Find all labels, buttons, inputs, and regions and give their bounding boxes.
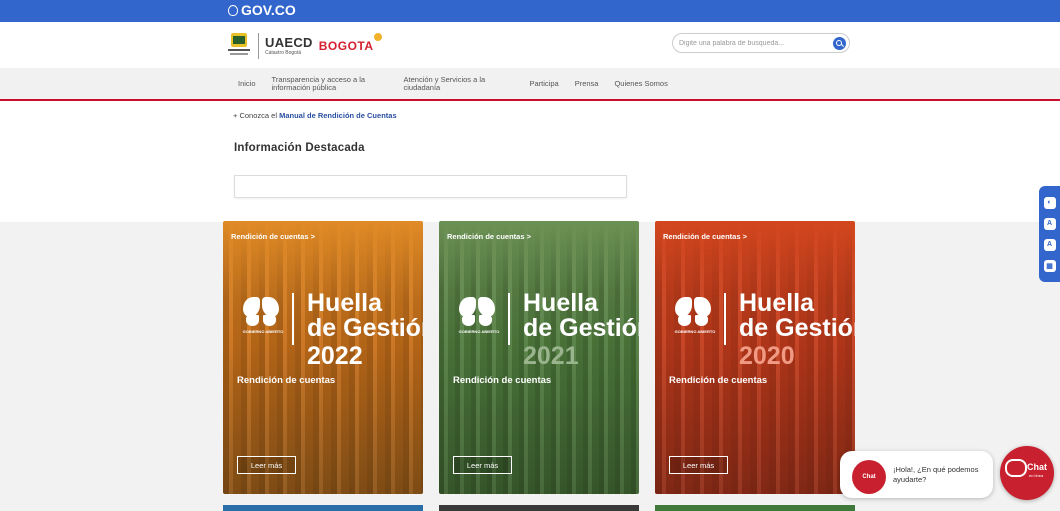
- card-subtitle: Rendición de cuentas: [669, 375, 768, 386]
- read-more-button[interactable]: Leer más: [453, 456, 512, 474]
- gov-co-bar: GOV.CO: [0, 0, 1060, 22]
- section-title: Información Destacada: [234, 142, 365, 154]
- chat-prompt[interactable]: Chat ¡Hola!, ¿En qué podemos ayudarte?: [840, 451, 993, 498]
- logo-caption: GOBIERNO ABIERTO: [458, 329, 500, 334]
- nav-item-transparencia[interactable]: Transparencia y acceso a la información …: [272, 75, 388, 92]
- logo-divider: [258, 33, 259, 59]
- chat-mini-icon: Chat: [852, 460, 886, 494]
- entity-acronym: UAECD: [265, 35, 313, 50]
- gobierno-abierto-logo: GOBIERNO ABIERTO: [453, 293, 505, 343]
- nav-item-quienes-somos[interactable]: Quienes Somos: [614, 79, 667, 88]
- chat-message: ¡Hola!, ¿En qué podemos ayudarte?: [893, 465, 979, 484]
- title-divider: [724, 293, 726, 345]
- manual-link[interactable]: Manual de Rendición de Cuentas: [279, 111, 397, 120]
- butterfly-icon: [459, 297, 495, 327]
- nav-item-atencion[interactable]: Atención y Servicios a la ciudadanía: [404, 75, 514, 92]
- search-box: [672, 33, 850, 53]
- logo-caption: GOBIERNO ABIERTO: [242, 329, 284, 334]
- card-kicker[interactable]: Rendición de cuentas >: [447, 232, 531, 241]
- card-title-line1: Huella: [307, 289, 383, 317]
- butterfly-icon: [243, 297, 279, 327]
- gobierno-abierto-logo: GOBIERNO ABIERTO: [237, 293, 289, 343]
- next-card-preview: [655, 505, 855, 511]
- card-year: 2021: [523, 342, 579, 370]
- manual-notice: + Conozca el Manual de Rendición de Cuen…: [233, 111, 397, 120]
- page: GOV.CO UAECD Catastro Bogotá BOGOTA Inic…: [0, 0, 1060, 511]
- nav-item-inicio[interactable]: Inicio: [238, 79, 256, 88]
- card-2020[interactable]: Rendición de cuentas > GOBIERNO ABIERTO …: [655, 221, 855, 494]
- card-title-line1: Huella: [739, 289, 815, 317]
- card-kicker[interactable]: Rendición de cuentas >: [231, 232, 315, 241]
- butterfly-icon: [675, 297, 711, 327]
- sun-icon: [373, 33, 382, 41]
- card-kicker[interactable]: Rendición de cuentas >: [663, 232, 747, 241]
- card-year: 2020: [739, 342, 795, 370]
- read-more-button[interactable]: Leer más: [237, 456, 296, 474]
- search-input[interactable]: [679, 36, 827, 50]
- font-increase-icon[interactable]: A: [1043, 238, 1056, 251]
- font-decrease-icon[interactable]: A: [1043, 217, 1056, 230]
- gov-co-logo[interactable]: GOV.CO: [228, 2, 296, 18]
- chat-sublabel: en línea: [1029, 473, 1044, 478]
- card-2021[interactable]: Rendición de cuentas > GOBIERNO ABIERTO …: [439, 221, 639, 494]
- read-more-button[interactable]: Leer más: [669, 456, 728, 474]
- gov-co-label: GOV.CO: [241, 2, 296, 18]
- card-title-line1: Huella: [523, 289, 599, 317]
- site-logo[interactable]: UAECD Catastro Bogotá BOGOTA: [228, 32, 382, 60]
- nav-item-prensa[interactable]: Prensa: [575, 79, 599, 88]
- chat-button[interactable]: Chat en línea: [1000, 446, 1054, 500]
- card-subtitle: Rendición de cuentas: [237, 375, 336, 386]
- next-card-preview: [439, 505, 639, 511]
- manual-prefix: + Conozca el: [233, 111, 277, 120]
- center-relevo-icon[interactable]: ▦: [1043, 259, 1056, 272]
- logo-caption: GOBIERNO ABIERTO: [674, 329, 716, 334]
- title-divider: [292, 293, 294, 345]
- card-subtitle: Rendición de cuentas: [453, 375, 552, 386]
- chat-label: Chat: [1027, 462, 1047, 472]
- card-title-line2: de Gestión: [739, 314, 855, 342]
- bogota-shield-icon: [228, 33, 250, 59]
- contrast-icon[interactable]: ◐: [1043, 196, 1056, 209]
- next-card-preview: [223, 505, 423, 511]
- featured-box: [234, 175, 627, 198]
- accessibility-bar: ◐ A A ▦: [1039, 186, 1060, 282]
- search-icon[interactable]: [833, 37, 846, 50]
- card-title-line2: de Gestión: [523, 314, 639, 342]
- gobierno-abierto-logo: GOBIERNO ABIERTO: [669, 293, 721, 343]
- main-nav: Inicio Transparencia y acceso a la infor…: [0, 68, 1060, 101]
- bogota-logo: BOGOTA: [318, 33, 382, 53]
- card-year: 2022: [307, 342, 363, 370]
- nav-item-participa[interactable]: Participa: [530, 79, 559, 88]
- card-2022[interactable]: Rendición de cuentas > GOBIERNO ABIERTO …: [223, 221, 423, 494]
- entity-name: UAECD Catastro Bogotá: [265, 35, 313, 57]
- bogota-wordmark: BOGOTA: [318, 39, 374, 53]
- title-divider: [508, 293, 510, 345]
- site-header: UAECD Catastro Bogotá BOGOTA: [0, 22, 1060, 68]
- card-title-line2: de Gestión: [307, 314, 423, 342]
- entity-subtitle: Catastro Bogotá: [265, 50, 302, 56]
- chat-bubble-icon: [1005, 459, 1027, 477]
- colombia-crest-icon: [228, 4, 238, 16]
